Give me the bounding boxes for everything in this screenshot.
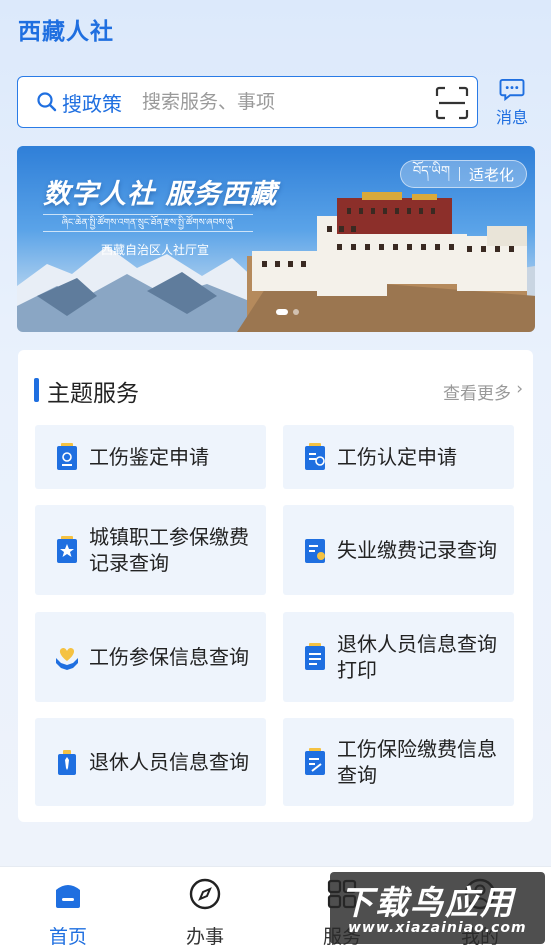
section-title: 主题服务 <box>47 381 139 407</box>
search-icon <box>37 92 57 112</box>
banner-pagination <box>276 309 299 315</box>
id-card-check-icon <box>305 443 325 470</box>
nav-label: 办事 <box>185 926 224 948</box>
search-category-label[interactable]: 搜政策 <box>62 88 122 117</box>
service-tile[interactable]: 工伤鉴定申请 <box>35 425 266 489</box>
banner-caption: 西藏自治区人社厅宣 <box>101 243 210 257</box>
service-tile[interactable]: 城镇职工参保缴费记录查询 <box>35 505 266 595</box>
chevron-right-icon[interactable]: › <box>516 379 523 399</box>
message-button[interactable]: 消息 <box>490 76 534 128</box>
id-card-icon <box>57 443 77 470</box>
service-tile[interactable]: 失业缴费记录查询 <box>283 505 514 595</box>
app-title: 西藏人社 <box>18 19 114 45</box>
elder-mode-divider <box>458 167 460 181</box>
banner-dot[interactable] <box>293 309 299 315</box>
banner-slogan: 数字人社 服务西藏 <box>43 179 278 210</box>
home-icon <box>56 885 80 908</box>
banner-dot-active[interactable] <box>276 309 288 315</box>
service-tile[interactable]: 工伤参保信息查询 <box>35 612 266 702</box>
watermark-sub: www.xiazainiao.com <box>348 920 527 936</box>
service-tile[interactable]: 退休人员信息查询打印 <box>283 612 514 702</box>
search-bar[interactable]: 搜政策 <box>17 76 478 128</box>
badge-star-icon <box>57 536 77 563</box>
document-list-icon <box>305 643 325 670</box>
nav-label: 首页 <box>48 926 87 948</box>
elder-mode-label: 适老化 <box>468 165 514 184</box>
section-accent-bar <box>34 378 39 402</box>
service-tile-label: 工伤保险缴费信息查询 <box>337 737 497 787</box>
banner-carousel[interactable]: 数字人社 服务西藏 ཞིང་ཆེན་སྤྱི་ཚོགས་འགན་སྲུང་ཐོན… <box>17 146 535 332</box>
service-tile-label: 退休人员信息查询 <box>89 750 249 774</box>
scan-icon[interactable] <box>435 86 469 120</box>
nav-item-home[interactable]: 首页 <box>8 867 128 952</box>
search-input[interactable] <box>142 91 412 113</box>
briefcase-tie-icon <box>58 750 76 775</box>
heart-hands-icon <box>56 648 78 670</box>
watermark: 下载鸟应用 www.xiazainiao.com <box>330 872 545 944</box>
service-tile[interactable]: 工伤认定申请 <box>283 425 514 489</box>
compass-icon <box>189 878 221 910</box>
view-more-link[interactable]: 查看更多 <box>443 379 511 404</box>
section-header: 主题服务 查看更多 › <box>18 374 533 408</box>
watermark-main: 下载鸟应用 <box>340 883 515 922</box>
service-tile-label: 工伤参保信息查询 <box>89 645 249 669</box>
service-tile-label: 工伤鉴定申请 <box>89 445 209 469</box>
person-record-icon <box>305 539 325 563</box>
elder-mode-toggle[interactable]: བོད་ཡིག 适老化 <box>399 160 527 188</box>
elder-mode-tibetan: བོད་ཡིག <box>412 163 450 179</box>
service-tile[interactable]: 工伤保险缴费信息查询 <box>283 718 514 806</box>
theme-services-card: 主题服务 查看更多 › 工伤鉴定申请 工伤认定申请 城镇职工参保缴费记录查询 失… <box>18 350 533 822</box>
service-tile[interactable]: 退休人员信息查询 <box>35 718 266 806</box>
service-tile-label: 退休人员信息查询打印 <box>337 632 497 682</box>
message-icon <box>499 78 525 101</box>
service-tile-label: 失业缴费记录查询 <box>337 538 497 562</box>
message-label: 消息 <box>495 108 528 127</box>
service-tile-label: 城镇职工参保缴费记录查询 <box>89 525 249 575</box>
banner-tibetan-line: ཞིང་ཆེན་སྤྱི་ཚོགས་འགན་སྲུང་ཐོན་རྫས་སྤྱི་… <box>43 214 253 232</box>
nav-item-tasks[interactable]: 办事 <box>145 867 265 952</box>
service-tile-label: 工伤认定申请 <box>337 445 457 469</box>
document-edit-icon <box>305 748 325 775</box>
